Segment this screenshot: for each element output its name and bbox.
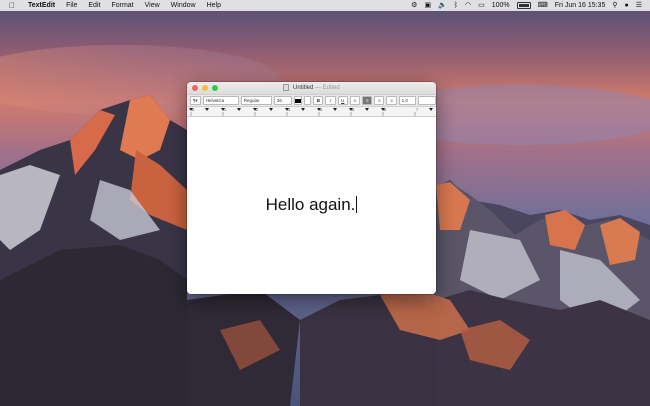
edited-status[interactable]: — Edited bbox=[315, 85, 340, 91]
battery-icon[interactable] bbox=[516, 2, 531, 9]
status-area: ⚙ ▣ 🔈 ᛒ ◠ ▭ 100% ⌨ Fri Jun 16 15:35 ⚲ ● … bbox=[411, 0, 642, 11]
document-text-line[interactable]: Hello again. bbox=[187, 195, 436, 215]
menu-file[interactable]: File bbox=[66, 2, 77, 9]
keyboard-icon[interactable]: ⌨ bbox=[538, 0, 548, 11]
ruler[interactable]: 0 1 2 3 4 5 6 7 bbox=[187, 107, 436, 117]
bluetooth-icon[interactable]: ᛒ bbox=[454, 0, 458, 11]
ruler-label: 5 bbox=[352, 107, 355, 112]
underline-button[interactable]: U bbox=[337, 96, 348, 105]
align-right-button[interactable]: ≡ bbox=[374, 96, 385, 105]
wifi-icon[interactable]: ◠ bbox=[465, 0, 471, 11]
ruler-label: 0 bbox=[192, 107, 195, 112]
ruler-label: 3 bbox=[288, 107, 291, 112]
ruler-label: 2 bbox=[256, 107, 259, 112]
font-size-select[interactable]: 36 bbox=[273, 96, 292, 105]
text-color-swatch bbox=[294, 98, 301, 103]
bold-button[interactable]: B bbox=[313, 96, 324, 105]
document-icon bbox=[283, 83, 290, 91]
document-area[interactable]: Hello again. bbox=[187, 117, 436, 294]
align-center-button[interactable]: ≡ bbox=[362, 96, 373, 105]
app-menu[interactable]: TextEdit bbox=[28, 2, 55, 9]
volume-icon[interactable]: 🔈 bbox=[438, 0, 447, 11]
battery-percent[interactable]: 100% bbox=[492, 0, 510, 11]
ruler-label: 6 bbox=[384, 107, 387, 112]
line-spacing-select[interactable]: 1.0 bbox=[398, 96, 417, 105]
menu-view[interactable]: View bbox=[145, 2, 160, 9]
textedit-window: Untitled — Edited ¶▾ Helvetica Regular 3… bbox=[187, 82, 436, 294]
document-text: Hello again. bbox=[265, 195, 356, 214]
font-style-select[interactable]: Regular bbox=[240, 96, 272, 105]
menu-window[interactable]: Window bbox=[171, 2, 196, 9]
highlight-color-well[interactable] bbox=[304, 96, 312, 105]
font-family-select[interactable]: Helvetica bbox=[202, 96, 239, 105]
ruler-label: 1 bbox=[224, 107, 227, 112]
notification-center-icon[interactable]: ☰ bbox=[636, 0, 642, 11]
title-bar[interactable]: Untitled — Edited bbox=[187, 82, 436, 94]
menu-help[interactable]: Help bbox=[207, 2, 221, 9]
airplay-icon[interactable]: ▭ bbox=[478, 0, 485, 11]
window-title: Untitled — Edited bbox=[187, 82, 436, 94]
apple-menu-icon[interactable]:  bbox=[6, 1, 18, 10]
menu-format[interactable]: Format bbox=[111, 2, 133, 9]
ruler-label: 4 bbox=[320, 107, 323, 112]
format-toolbar: ¶▾ Helvetica Regular 36 B I U ≡ ≡ ≡ ≡ 1.… bbox=[187, 94, 436, 107]
list-style-select[interactable] bbox=[418, 96, 436, 105]
ruler-label: 7 bbox=[416, 107, 419, 112]
clock[interactable]: Fri Jun 16 15:35 bbox=[555, 0, 606, 11]
paragraph-style-button[interactable]: ¶▾ bbox=[190, 96, 201, 105]
menu-bar:  TextEdit File Edit Format View Window … bbox=[0, 0, 650, 11]
user-icon[interactable]: ● bbox=[624, 0, 628, 11]
text-color-well[interactable] bbox=[293, 96, 303, 105]
text-cursor bbox=[356, 196, 358, 213]
spotlight-icon[interactable]: ⚲ bbox=[612, 0, 617, 11]
align-left-button[interactable]: ≡ bbox=[349, 96, 361, 105]
screen-icon[interactable]: ▣ bbox=[424, 0, 431, 11]
align-justify-button[interactable]: ≡ bbox=[386, 96, 397, 105]
window-title-text: Untitled bbox=[292, 85, 314, 91]
menu-edit[interactable]: Edit bbox=[88, 2, 100, 9]
extension-icon[interactable]: ⚙ bbox=[411, 0, 417, 11]
italic-button[interactable]: I bbox=[325, 96, 336, 105]
